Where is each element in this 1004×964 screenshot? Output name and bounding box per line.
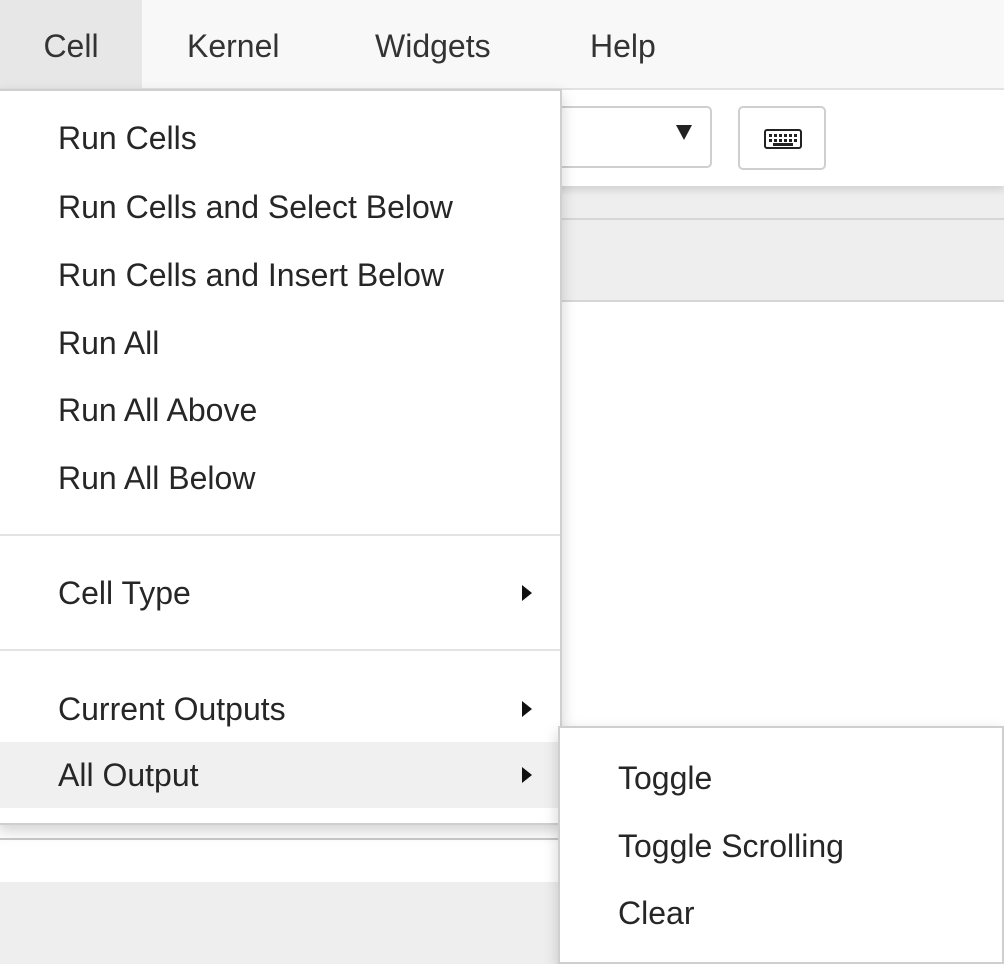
menu-help[interactable]: Help: [590, 0, 656, 88]
all-output-submenu: Toggle Toggle Scrolling Clear: [558, 726, 1004, 964]
menu-item-run-all-below[interactable]: Run All Below: [0, 445, 560, 511]
menu-item-label: Cell Type: [58, 575, 191, 611]
caret-right-icon: [522, 767, 532, 783]
menu-item-cell-type[interactable]: Cell Type: [0, 560, 560, 626]
menu-divider: [0, 534, 560, 536]
submenu-item-toggle[interactable]: Toggle: [560, 745, 1002, 811]
menu-kernel[interactable]: Kernel: [187, 0, 280, 88]
cell-menu-dropdown: Run Cells Run Cells and Select Below Run…: [0, 89, 562, 825]
menu-item-label: Current Outputs: [58, 691, 286, 727]
submenu-item-clear[interactable]: Clear: [560, 880, 1002, 946]
menu-item-current-outputs[interactable]: Current Outputs: [0, 676, 560, 742]
menu-item-run-all[interactable]: Run All: [0, 310, 560, 376]
menu-item-run-all-above[interactable]: Run All Above: [0, 377, 560, 443]
menu-widgets[interactable]: Widgets: [375, 0, 491, 88]
command-palette-button[interactable]: [738, 106, 826, 170]
menu-cell[interactable]: Cell: [0, 0, 142, 88]
menu-item-label: All Output: [58, 757, 199, 793]
menubar: Cell Kernel Widgets Help: [0, 0, 1004, 90]
menu-divider: [0, 649, 560, 651]
keyboard-icon: [764, 129, 802, 149]
triangle-down-icon: [676, 125, 692, 140]
submenu-item-toggle-scrolling[interactable]: Toggle Scrolling: [560, 813, 1002, 879]
caret-right-icon: [522, 701, 532, 717]
caret-right-icon: [522, 585, 532, 601]
menu-item-all-output[interactable]: All Output: [0, 742, 560, 808]
menu-item-run-cells-insert-below[interactable]: Run Cells and Insert Below: [0, 242, 560, 308]
menu-item-run-cells-select-below[interactable]: Run Cells and Select Below: [0, 174, 560, 240]
menu-item-run-cells[interactable]: Run Cells: [0, 105, 560, 171]
